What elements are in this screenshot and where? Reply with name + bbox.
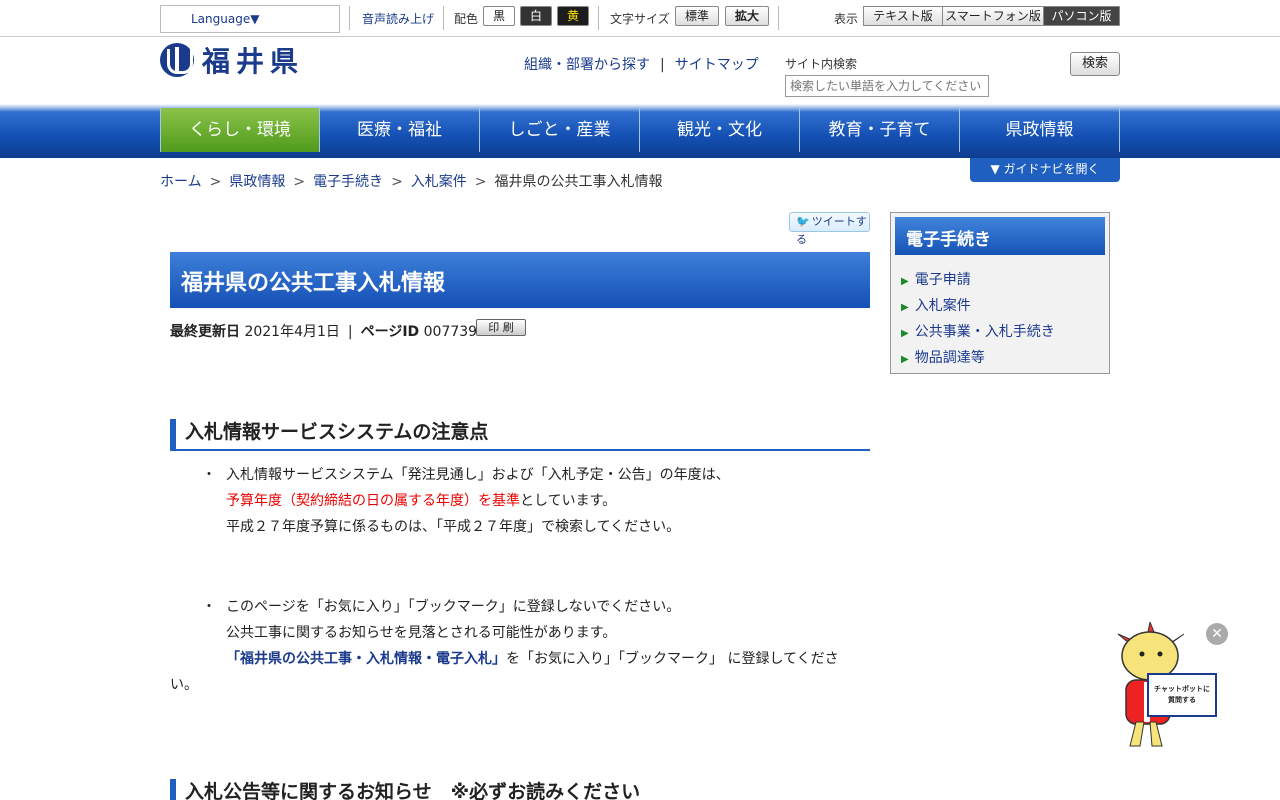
nav-item-education[interactable]: 教育・子育て <box>800 108 960 152</box>
org-search-link[interactable]: 組織・部署から探す <box>524 57 650 73</box>
sidebar-item-label: 電子申請 <box>914 272 971 288</box>
meta-separator: | <box>347 324 353 340</box>
text-line: 入札情報サービスシステム「発注見通し」および「入札予定・公告」の年度は、 <box>226 467 730 483</box>
page-id-value: 007739 <box>423 324 478 340</box>
bullet: ・ <box>202 467 216 483</box>
display-label: 表示 <box>834 12 859 26</box>
breadcrumb-home[interactable]: ホーム <box>160 174 202 190</box>
fukui-public-works-link[interactable]: 「福井県の公共工事・入札情報・電子入札」 <box>226 651 506 667</box>
breadcrumb-arrow: > <box>293 174 306 190</box>
text-line: い。 <box>170 677 198 693</box>
text-line: 「福井県の公共工事・入札情報・電子入札」を「お気に入り」「ブックマーク」 に登録… <box>226 646 870 672</box>
search-input[interactable] <box>785 75 989 97</box>
nav-item-life[interactable]: くらし・環境 <box>160 108 320 152</box>
sidebar-item-label: 公共事業・入札手続き <box>914 324 1055 340</box>
font-size-label: 文字サイズ <box>610 12 670 26</box>
breadcrumb-arrow: > <box>391 174 403 190</box>
color-white-button[interactable]: 白 <box>520 6 552 26</box>
text-span: を「お気に入り」「ブックマーク」 に登録してくださ <box>506 651 839 667</box>
display-text-button[interactable]: テキスト版 <box>863 6 943 26</box>
sidebar-e-procedures: 電子手続き ▶ 電子申請 ▶ 入札案件 ▶ 公共事業・入札手続き ▶ 物品調達等 <box>890 212 1110 374</box>
page-id-label: ページID <box>360 324 420 340</box>
chatbot-sign-line2: 質問する <box>1168 695 1196 704</box>
search-button[interactable]: 検索 <box>1070 52 1120 76</box>
sidebar-item-label: 入札案件 <box>914 298 971 314</box>
updated-label: 最終更新日 <box>170 324 240 340</box>
color-label: 配色 <box>454 12 479 26</box>
print-button[interactable]: 印 刷 <box>476 319 526 336</box>
section-heading-announcements: 入札公告等に関するお知らせ ※必ずお読みください <box>170 779 870 800</box>
sidebar-item-public-works[interactable]: ▶ 公共事業・入札手続き <box>901 321 1055 341</box>
font-large-button[interactable]: 拡大 <box>725 6 769 26</box>
notes-paragraph-2: このページを「お気に入り」「ブックマーク」に登録しないでください。 公共工事に関… <box>226 594 870 672</box>
page-meta: 最終更新日 2021年4月1日 | ページID 007739 <box>170 321 477 341</box>
triangle-right-icon: ▶ <box>901 302 909 313</box>
sitemap-link[interactable]: サイトマップ <box>675 57 759 73</box>
language-select[interactable]: Language▼ <box>160 5 340 33</box>
triangle-right-icon: ▶ <box>901 354 909 365</box>
divider <box>443 6 444 30</box>
nav-item-work[interactable]: しごと・産業 <box>480 108 640 152</box>
link-separator: | <box>660 57 665 73</box>
display-pc-button[interactable]: パソコン版 <box>1043 6 1120 26</box>
text-span: としています。 <box>520 493 617 509</box>
text-line: このページを「お気に入り」「ブックマーク」に登録しないでください。 <box>226 599 681 615</box>
nav-item-tourism[interactable]: 観光・文化 <box>640 108 800 152</box>
global-nav: くらし・環境 医療・福祉 しごと・産業 観光・文化 教育・子育て 県政情報 <box>160 108 1120 154</box>
nav-item-medical[interactable]: 医療・福祉 <box>320 108 480 152</box>
emphasis-text: 予算年度（契約締結の日の属する年度）を基準 <box>226 493 520 509</box>
sidebar-title: 電子手続き <box>895 217 1105 255</box>
triangle-right-icon: ▶ <box>901 276 909 287</box>
text-line: 公共工事に関するお知らせを見落とされる可能性があります。 <box>226 625 617 641</box>
breadcrumb-bidding[interactable]: 入札案件 <box>411 174 467 190</box>
divider <box>598 6 599 30</box>
breadcrumb-e-procedures[interactable]: 電子手続き <box>313 174 383 190</box>
updated-value: 2021年4月1日 <box>244 324 340 340</box>
chatbot-sign-line1: チャットボットに <box>1154 684 1210 693</box>
text-line: 予算年度（契約締結の日の属する年度）を基準としています。 <box>226 488 870 514</box>
sidebar-item-e-application[interactable]: ▶ 電子申請 <box>901 269 971 289</box>
tweet-button[interactable]: 🐦 ツイートする <box>789 212 870 246</box>
nav-item-government[interactable]: 県政情報 <box>960 108 1120 152</box>
guide-navi-button[interactable]: ▼ ガイドナビを開く <box>970 158 1120 182</box>
breadcrumb: ホーム > 県政情報 > 電子手続き > 入札案件 > 福井県の公共工事入札情報 <box>160 171 663 191</box>
utility-bar: Language▼ 音声読み上げ 配色 黒 白 黄 文字サイズ 標準 拡大 表示… <box>0 0 1280 37</box>
sidebar-item-bidding[interactable]: ▶ 入札案件 <box>901 295 971 315</box>
section-heading-notes: 入札情報サービスシステムの注意点 <box>170 419 870 451</box>
triangle-right-icon: ▶ <box>901 328 909 339</box>
logo-text: 福井県 <box>202 45 305 78</box>
color-yellow-button[interactable]: 黄 <box>557 6 589 26</box>
color-black-button[interactable]: 黒 <box>483 6 515 26</box>
page-title: 福井県の公共工事入札情報 <box>170 252 870 308</box>
divider <box>349 6 350 30</box>
breadcrumb-current: 福井県の公共工事入札情報 <box>494 174 663 190</box>
breadcrumb-government[interactable]: 県政情報 <box>229 174 285 190</box>
chatbot-close-icon[interactable]: ✕ <box>1206 623 1228 645</box>
fukui-emblem-icon <box>160 43 194 77</box>
twitter-bird-icon: 🐦 <box>796 215 810 228</box>
notes-paragraph-1: 入札情報サービスシステム「発注見通し」および「入札予定・公告」の年度は、 予算年… <box>226 462 870 540</box>
chatbot-mascot[interactable]: チャットボットに 質問する <box>1110 622 1220 752</box>
voice-reading-link[interactable]: 音声読み上げ <box>362 10 434 27</box>
site-logo[interactable]: 福井県 <box>160 42 304 78</box>
text-line: 平成２７年度予算に係るものは、「平成２７年度」で検索してください。 <box>226 519 681 535</box>
display-smartphone-button[interactable]: スマートフォン版 <box>942 6 1044 26</box>
divider <box>778 6 779 30</box>
breadcrumb-arrow: > <box>474 174 487 190</box>
header-links: 組織・部署から探す | サイトマップ <box>524 54 759 74</box>
font-normal-button[interactable]: 標準 <box>675 6 719 26</box>
sidebar-item-label: 物品調達等 <box>914 350 985 366</box>
breadcrumb-arrow: > <box>209 174 222 190</box>
sidebar-item-procurement[interactable]: ▶ 物品調達等 <box>901 347 985 367</box>
search-label: サイト内検索 <box>785 57 858 71</box>
bullet: ・ <box>202 599 216 615</box>
